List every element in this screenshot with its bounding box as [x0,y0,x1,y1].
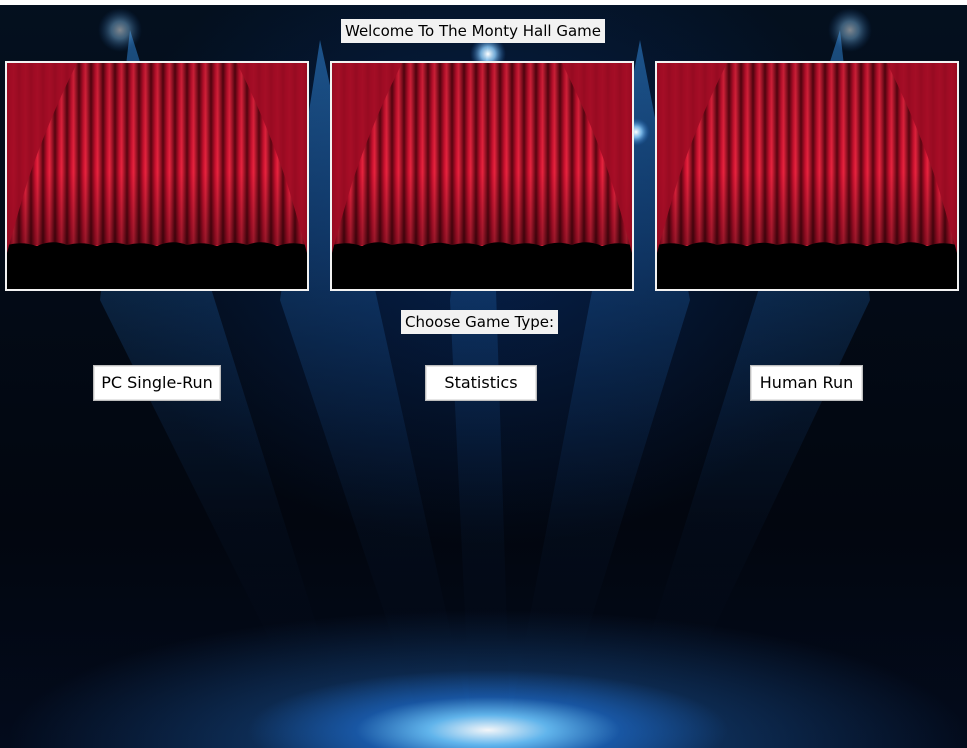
curtain-image [657,63,957,289]
choose-game-type-label: Choose Game Type: [401,310,559,334]
welcome-title: Welcome To The Monty Hall Game [341,19,605,43]
door-1[interactable] [5,61,309,291]
curtain-image [7,63,307,289]
curtain-image [332,63,632,289]
game-window: Welcome To The Monty Hall Game Choose Ga… [0,0,967,748]
statistics-button[interactable]: Statistics [425,365,537,401]
door-2[interactable] [330,61,634,291]
pc-single-run-button[interactable]: PC Single-Run [93,365,221,401]
window-top-edge [0,0,967,5]
door-3[interactable] [655,61,959,291]
human-run-button[interactable]: Human Run [750,365,863,401]
